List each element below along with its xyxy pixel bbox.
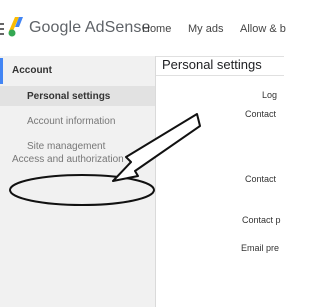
adsense-logo-icon[interactable]: [8, 17, 26, 37]
hamburger-menu-icon[interactable]: [0, 23, 4, 35]
sidebar: Account Personal settings Account inform…: [0, 56, 156, 307]
page-title: Personal settings: [156, 56, 284, 76]
app-title[interactable]: Google AdSense: [29, 19, 151, 37]
sidebar-section-account[interactable]: Account: [0, 56, 155, 84]
field-label-login: Log: [262, 90, 278, 100]
sidebar-item-site-management[interactable]: Site management: [0, 136, 155, 156]
field-label-contact-address: Contact: [245, 174, 277, 184]
sidebar-item-label: Site management: [27, 141, 106, 152]
sidebar-item-label: Personal settings: [27, 91, 111, 102]
sidebar-item-personal-settings[interactable]: Personal settings: [0, 86, 155, 106]
top-bar: Google AdSense Home My ads Allow & b: [0, 0, 286, 57]
main-content: Personal settings Log Contact Contact Co…: [156, 56, 284, 307]
field-label-contact-phone: Contact p: [242, 215, 281, 225]
field-label-email-preferences: Email pre: [241, 243, 280, 253]
nav-my-ads[interactable]: My ads: [188, 23, 223, 35]
sidebar-section-label: Account: [12, 65, 52, 76]
sidebar-item-access-authorization[interactable]: Access and authorization: [12, 154, 124, 165]
sidebar-item-label: Account information: [27, 116, 116, 127]
nav-home[interactable]: Home: [142, 23, 171, 35]
sidebar-item-account-information[interactable]: Account information: [0, 111, 155, 131]
nav-allow-block[interactable]: Allow & b: [240, 23, 286, 35]
field-label-contact-name: Contact: [245, 109, 277, 119]
active-section-indicator: [0, 58, 3, 84]
